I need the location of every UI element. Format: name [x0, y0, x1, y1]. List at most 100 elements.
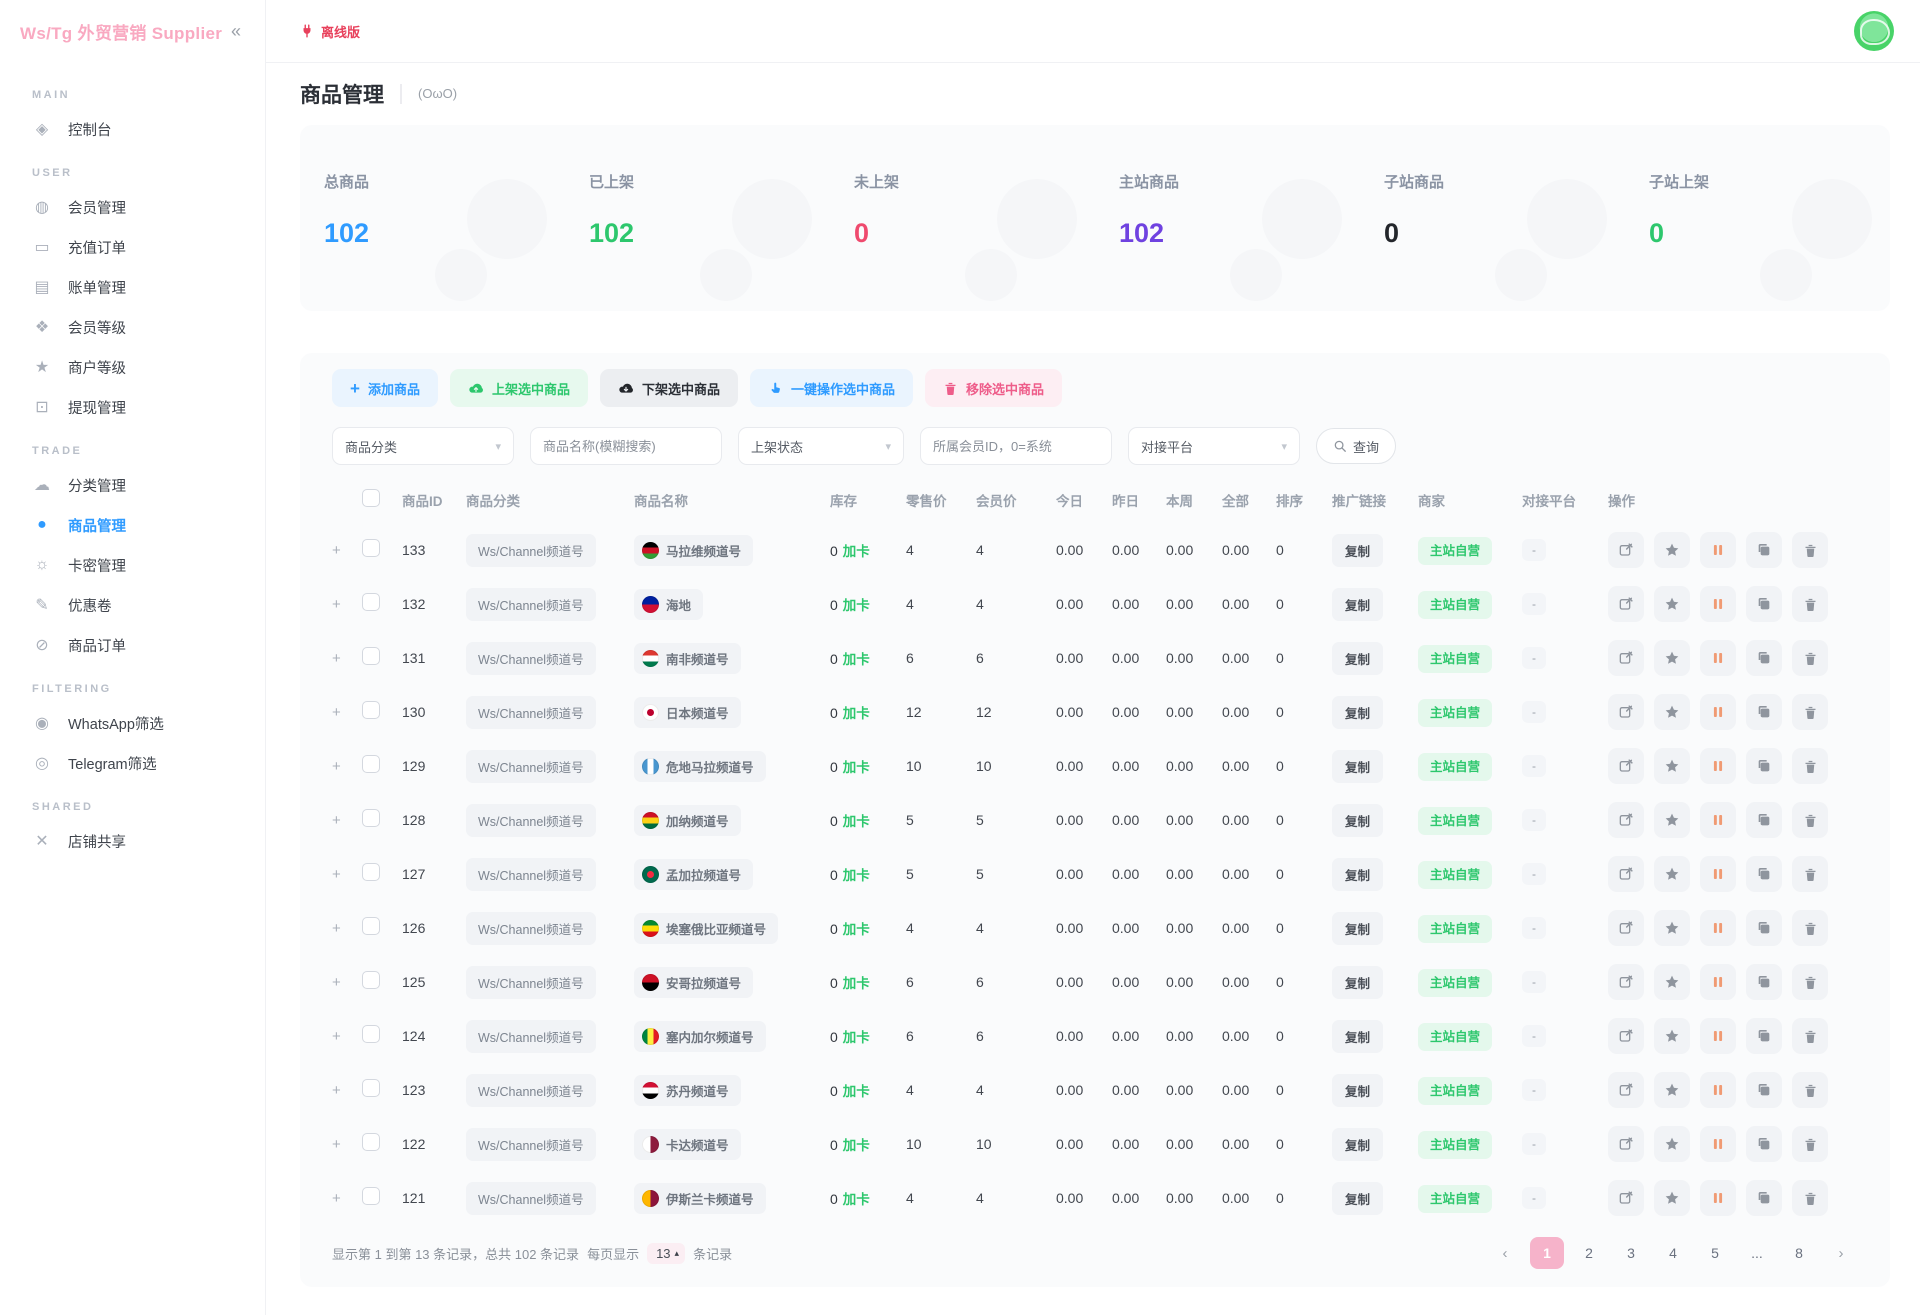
add-card-link[interactable]: 加卡 [843, 1084, 870, 1099]
add-card-link[interactable]: 加卡 [843, 544, 870, 559]
pause-button[interactable] [1700, 856, 1736, 892]
row-expander-button[interactable]: + [332, 1136, 362, 1153]
sidebar-item[interactable]: ✕ 店铺共享 [0, 821, 265, 861]
page-button[interactable]: 1 [1530, 1237, 1564, 1269]
add-card-link[interactable]: 加卡 [843, 1030, 870, 1045]
row-expander-button[interactable]: + [332, 704, 362, 721]
delete-button[interactable] [1792, 802, 1828, 838]
favorite-button[interactable] [1654, 856, 1690, 892]
row-checkbox[interactable] [362, 916, 380, 935]
row-checkbox[interactable] [362, 1024, 380, 1043]
delete-button[interactable] [1792, 964, 1828, 1000]
row-checkbox[interactable] [362, 700, 380, 719]
favorite-button[interactable] [1654, 640, 1690, 676]
copy-button[interactable] [1746, 1072, 1782, 1108]
row-checkbox[interactable] [362, 808, 380, 827]
row-checkbox[interactable] [362, 1186, 380, 1205]
row-expander-button[interactable]: + [332, 812, 362, 829]
sidebar-item[interactable]: ☼ 卡密管理 [0, 545, 265, 585]
row-expander-button[interactable]: + [332, 650, 362, 667]
edit-button[interactable] [1608, 1180, 1644, 1216]
pause-button[interactable] [1700, 1072, 1736, 1108]
edit-button[interactable] [1608, 910, 1644, 946]
edit-button[interactable] [1608, 748, 1644, 784]
delete-button[interactable] [1792, 694, 1828, 730]
search-button[interactable]: 查询 [1316, 428, 1397, 464]
copy-button[interactable] [1746, 532, 1782, 568]
add-card-link[interactable]: 加卡 [843, 706, 870, 721]
row-expander-button[interactable]: + [332, 866, 362, 883]
row-expander-button[interactable]: + [332, 1082, 362, 1099]
pause-button[interactable] [1700, 748, 1736, 784]
category-select[interactable]: 商品分类 ▾ [332, 427, 514, 465]
edit-button[interactable] [1608, 694, 1644, 730]
add-card-link[interactable]: 加卡 [843, 1138, 870, 1153]
favorite-button[interactable] [1654, 532, 1690, 568]
onshelf-selected-button[interactable]: 上架选中商品 [449, 369, 588, 407]
row-checkbox[interactable] [362, 592, 380, 611]
copy-promo-link-button[interactable]: 复制 [1332, 803, 1384, 837]
favorite-button[interactable] [1654, 964, 1690, 1000]
copy-button[interactable] [1746, 640, 1782, 676]
favorite-button[interactable] [1654, 586, 1690, 622]
row-expander-button[interactable]: + [332, 1028, 362, 1045]
copy-button[interactable] [1746, 1018, 1782, 1054]
copy-button[interactable] [1746, 964, 1782, 1000]
favorite-button[interactable] [1654, 1180, 1690, 1216]
delete-button[interactable] [1792, 586, 1828, 622]
sidebar-item[interactable]: ▤ 账单管理 [0, 267, 265, 307]
page-button[interactable]: ... [1740, 1237, 1774, 1269]
copy-button[interactable] [1746, 586, 1782, 622]
add-card-link[interactable]: 加卡 [843, 760, 870, 775]
add-card-link[interactable]: 加卡 [843, 976, 870, 991]
row-checkbox[interactable] [362, 970, 380, 989]
delete-button[interactable] [1792, 910, 1828, 946]
copy-button[interactable] [1746, 694, 1782, 730]
edit-button[interactable] [1608, 586, 1644, 622]
favorite-button[interactable] [1654, 1126, 1690, 1162]
copy-promo-link-button[interactable]: 复制 [1332, 641, 1384, 675]
add-card-link[interactable]: 加卡 [843, 814, 870, 829]
remove-selected-button[interactable]: 移除选中商品 [925, 369, 1063, 407]
add-card-link[interactable]: 加卡 [843, 1192, 870, 1207]
pause-button[interactable] [1700, 964, 1736, 1000]
copy-promo-link-button[interactable]: 复制 [1332, 1073, 1384, 1107]
copy-button[interactable] [1746, 802, 1782, 838]
copy-button[interactable] [1746, 748, 1782, 784]
copy-button[interactable] [1746, 856, 1782, 892]
pause-button[interactable] [1700, 1018, 1736, 1054]
edit-button[interactable] [1608, 1018, 1644, 1054]
pause-button[interactable] [1700, 910, 1736, 946]
sidebar-item[interactable]: ◈ 控制台 [0, 109, 265, 149]
next-page-button[interactable]: › [1824, 1237, 1858, 1269]
row-expander-button[interactable]: + [332, 542, 362, 559]
sidebar-item[interactable]: ❖ 会员等级 [0, 307, 265, 347]
sidebar-item[interactable]: ⊡ 提现管理 [0, 387, 265, 427]
edit-button[interactable] [1608, 1072, 1644, 1108]
sidebar-item[interactable]: ★ 商户等级 [0, 347, 265, 387]
delete-button[interactable] [1792, 856, 1828, 892]
edit-button[interactable] [1608, 802, 1644, 838]
sidebar-item[interactable]: ● 商品管理 [0, 505, 265, 545]
copy-promo-link-button[interactable]: 复制 [1332, 533, 1384, 567]
sidebar-item[interactable]: ▭ 充值订单 [0, 227, 265, 267]
delete-button[interactable] [1792, 748, 1828, 784]
row-checkbox[interactable] [362, 646, 380, 665]
edit-button[interactable] [1608, 1126, 1644, 1162]
pause-button[interactable] [1700, 1180, 1736, 1216]
delete-button[interactable] [1792, 532, 1828, 568]
copy-promo-link-button[interactable]: 复制 [1332, 749, 1384, 783]
row-checkbox[interactable] [362, 862, 380, 881]
delete-button[interactable] [1792, 1018, 1828, 1054]
copy-button[interactable] [1746, 910, 1782, 946]
delete-button[interactable] [1792, 640, 1828, 676]
platform-select[interactable]: 对接平台 ▾ [1128, 427, 1300, 465]
page-size-select[interactable]: 13 ▴ [647, 1242, 686, 1264]
row-checkbox[interactable] [362, 1078, 380, 1097]
pause-button[interactable] [1700, 802, 1736, 838]
copy-promo-link-button[interactable]: 复制 [1332, 1127, 1384, 1161]
row-checkbox[interactable] [362, 1132, 380, 1151]
status-select[interactable]: 上架状态 ▾ [738, 427, 904, 465]
copy-promo-link-button[interactable]: 复制 [1332, 587, 1384, 621]
row-expander-button[interactable]: + [332, 758, 362, 775]
